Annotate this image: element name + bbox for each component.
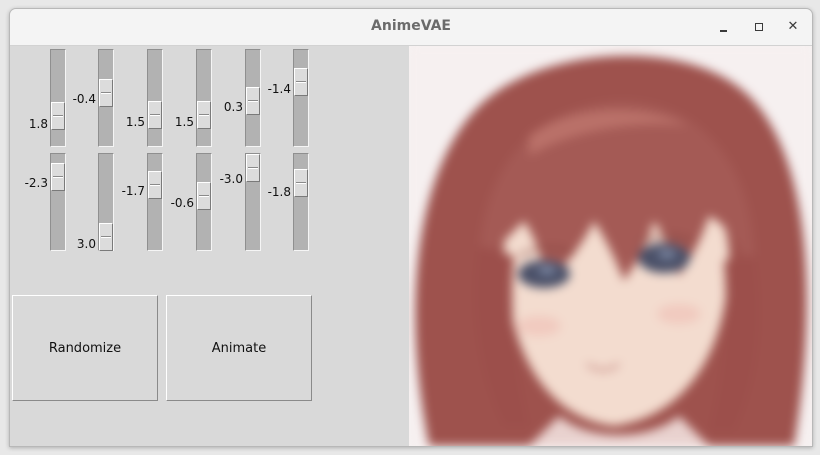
slider-value: -1.4 xyxy=(267,82,291,96)
close-button[interactable]: ✕ xyxy=(784,18,802,36)
generated-face-image xyxy=(409,46,812,446)
slider-value: 3.0 xyxy=(76,237,96,251)
slider-value: -3.0 xyxy=(219,172,243,186)
maximize-button[interactable] xyxy=(750,18,768,36)
slider-value: -0.6 xyxy=(170,196,194,210)
latent-slider-12[interactable]: -1.8 xyxy=(255,153,315,253)
slider-value: 1.5 xyxy=(174,115,194,129)
slider-trough[interactable] xyxy=(293,49,309,147)
slider-value: -1.8 xyxy=(267,185,291,199)
slider-value: 1.8 xyxy=(28,117,48,131)
slider-value: -2.3 xyxy=(24,176,48,190)
app-window: AnimeVAE ✕ 1.8 -0.4 1.5 1.5 0.3 -1.4 -2.… xyxy=(9,8,813,447)
slider-trough[interactable] xyxy=(293,153,309,251)
slider-value: -0.4 xyxy=(72,92,96,106)
slider-handle[interactable] xyxy=(294,169,308,197)
randomize-button[interactable]: Randomize xyxy=(12,295,158,401)
maximize-icon xyxy=(755,23,763,31)
main-content: 1.8 -0.4 1.5 1.5 0.3 -1.4 -2.3 3.0 -1.7 … xyxy=(10,46,812,446)
slider-value: -1.7 xyxy=(121,184,145,198)
title-bar[interactable]: AnimeVAE ✕ xyxy=(10,9,812,46)
minimize-icon xyxy=(720,30,727,32)
latent-slider-6[interactable]: -1.4 xyxy=(255,49,315,149)
slider-value: 0.3 xyxy=(223,100,243,114)
slider-handle[interactable] xyxy=(294,68,308,96)
minimize-button[interactable] xyxy=(715,18,733,36)
window-title: AnimeVAE xyxy=(371,18,451,34)
close-icon: ✕ xyxy=(787,19,799,34)
slider-value: 1.5 xyxy=(125,115,145,129)
face-illustration xyxy=(409,46,812,446)
animate-button[interactable]: Animate xyxy=(166,295,312,401)
